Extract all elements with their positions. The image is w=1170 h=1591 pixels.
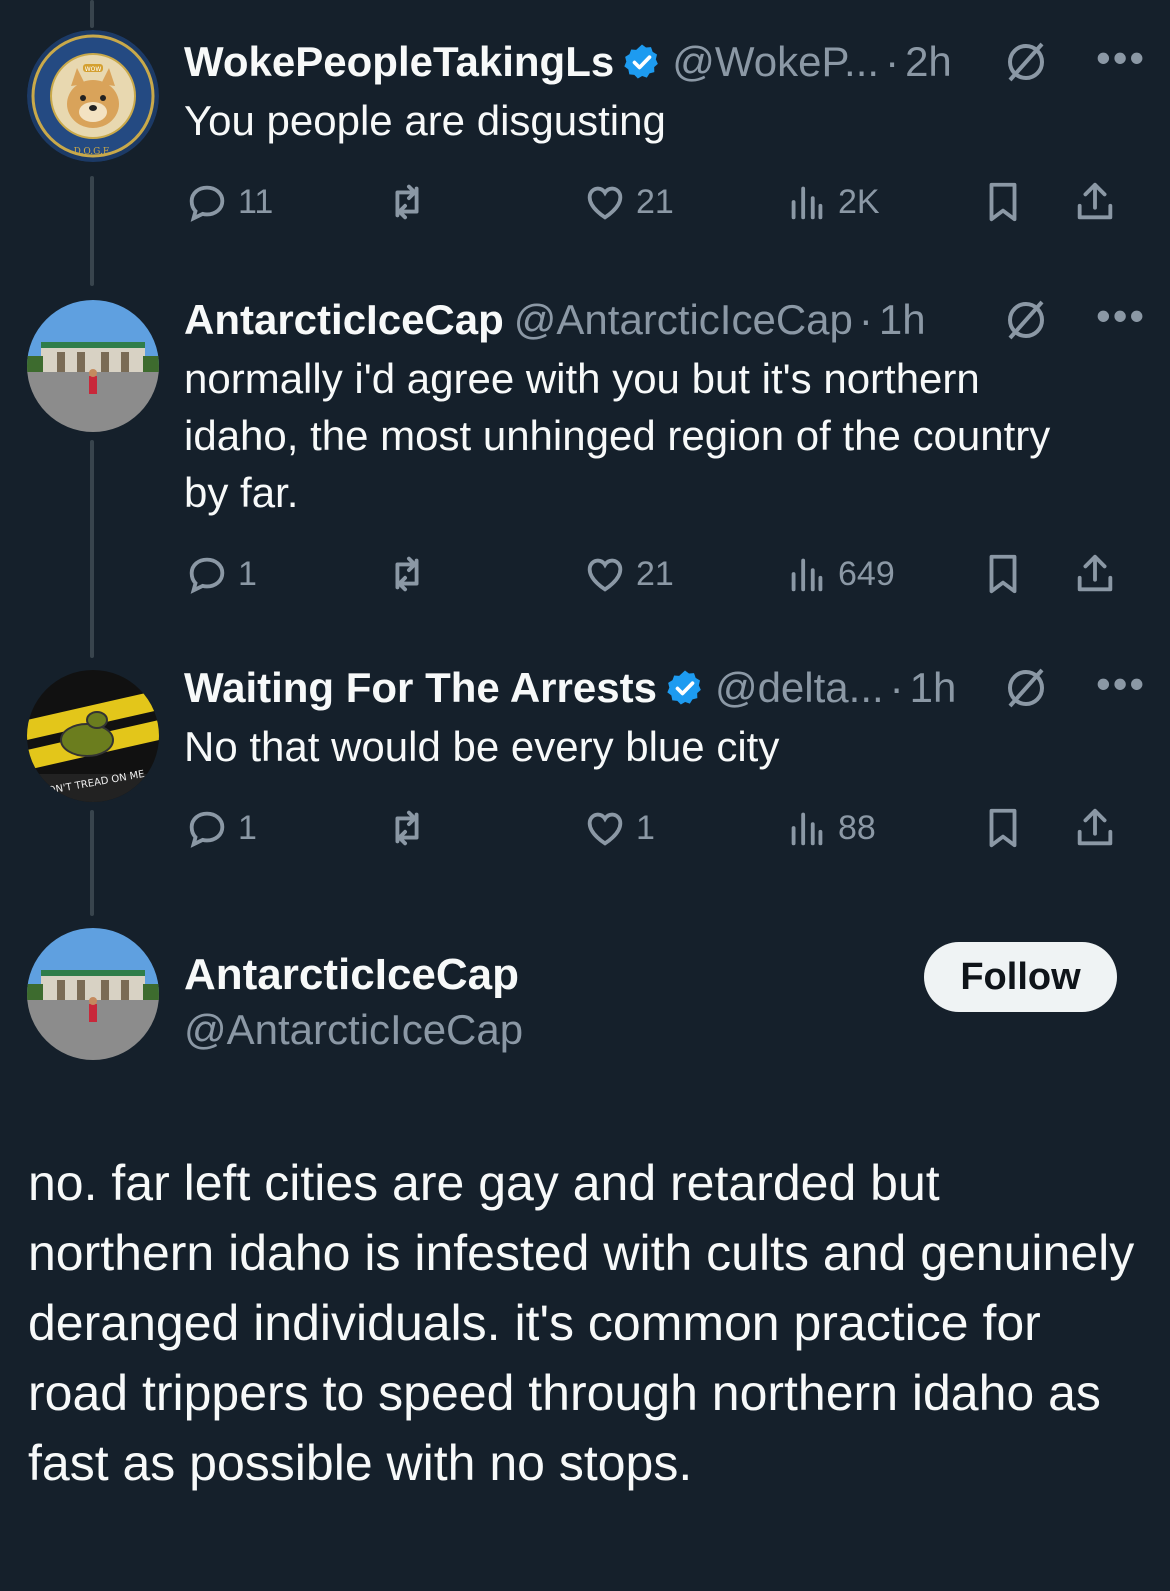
timestamp[interactable]: 1h <box>910 664 957 712</box>
like-button[interactable]: 21 <box>582 551 674 597</box>
reply-icon <box>189 557 225 594</box>
more-options-icon[interactable]: ••• <box>1096 660 1146 708</box>
timestamp[interactable]: 1h <box>879 296 926 344</box>
tweet[interactable]: Waiting For The Arrests @delta... · 1h •… <box>184 660 1170 865</box>
separator-dot: · <box>885 38 900 85</box>
views-icon <box>791 186 823 220</box>
tweet-actions: 1 21 649 <box>184 551 1170 611</box>
user-handle[interactable]: @WokeP... <box>672 38 879 86</box>
user-handle[interactable]: @AntarcticIceCap <box>514 296 853 344</box>
share-icon <box>1077 554 1113 592</box>
reply-count: 1 <box>238 808 257 847</box>
like-count: 1 <box>636 808 655 847</box>
verified-badge-icon <box>667 670 701 705</box>
timestamp[interactable]: 2h <box>905 38 952 86</box>
verified-badge-icon <box>624 44 659 79</box>
repost-button[interactable] <box>384 179 438 225</box>
bookmark-icon <box>989 554 1017 594</box>
more-options-icon[interactable]: ••• <box>1096 34 1146 82</box>
main-tweet-text: no. far left cities are gay and retarded… <box>28 1155 1135 1491</box>
thread-line <box>90 810 94 916</box>
reply-icon <box>189 185 225 222</box>
share-button[interactable] <box>1072 551 1118 597</box>
grok-icon[interactable] <box>1002 296 1050 344</box>
separator-dot: · <box>889 664 904 711</box>
view-count: 88 <box>838 808 876 847</box>
share-icon <box>1077 182 1113 220</box>
reply-icon <box>189 811 225 848</box>
repost-icon <box>395 556 419 592</box>
tweet-text: No that would be every blue city <box>184 723 780 770</box>
thread-line <box>90 0 94 28</box>
like-button[interactable]: 21 <box>582 179 674 225</box>
more-options-icon[interactable]: ••• <box>1096 292 1146 340</box>
doge-seal-avatar: WOW D.O.G.E. <box>27 30 159 162</box>
reply-count: 1 <box>238 554 257 593</box>
svg-text:WOW: WOW <box>85 66 102 73</box>
repost-button[interactable] <box>384 551 438 597</box>
stadium-photo-avatar <box>27 928 159 1060</box>
repost-icon <box>395 810 419 846</box>
stadium-photo-avatar <box>27 300 159 432</box>
grok-icon[interactable] <box>1002 664 1050 712</box>
reply-button[interactable]: 11 <box>184 179 273 225</box>
avatar-woke-people[interactable]: WOW D.O.G.E. <box>27 30 159 162</box>
reply-button[interactable]: 1 <box>184 551 257 597</box>
like-icon <box>587 812 623 846</box>
grok-icon[interactable] <box>1002 38 1050 86</box>
repost-button[interactable] <box>384 805 438 851</box>
bookmark-icon <box>989 808 1017 848</box>
display-name[interactable]: AntarcticIceCap <box>184 296 504 344</box>
views-button[interactable]: 2K <box>784 179 880 225</box>
repost-icon <box>395 184 419 220</box>
gadsden-flag-avatar: DON'T TREAD ON ME <box>27 670 159 802</box>
separator-dot: · <box>858 296 873 343</box>
share-icon <box>1077 808 1113 846</box>
like-icon <box>587 186 623 220</box>
reply-count: 11 <box>238 182 274 221</box>
tweet-text: normally i'd agree with you but it's nor… <box>184 355 1051 516</box>
avatar-waiting-for-arrests[interactable]: DON'T TREAD ON ME <box>27 670 159 802</box>
tweet[interactable]: WokePeopleTakingLs @WokeP... · 2h ••• Yo… <box>184 34 1170 239</box>
views-button[interactable]: 88 <box>784 805 876 851</box>
tweet[interactable]: AntarcticIceCap @AntarcticIceCap · 1h ••… <box>184 292 1170 611</box>
bookmark-button[interactable] <box>980 551 1026 597</box>
views-icon <box>791 812 823 846</box>
avatar-antarctic-ice-cap[interactable] <box>27 300 159 432</box>
display-name[interactable]: WokePeopleTakingLs <box>184 38 614 86</box>
tweet-text: You people are disgusting <box>184 97 666 144</box>
main-display-name[interactable]: AntarcticIceCap <box>184 950 519 1000</box>
follow-button[interactable]: Follow <box>924 942 1117 1012</box>
reply-button[interactable]: 1 <box>184 805 257 851</box>
bookmark-button[interactable] <box>980 179 1026 225</box>
view-count: 2K <box>838 182 880 221</box>
user-handle[interactable]: @delta... <box>715 664 884 712</box>
svg-text:D.O.G.E.: D.O.G.E. <box>74 147 113 157</box>
main-user-handle[interactable]: @AntarcticIceCap <box>184 1006 523 1054</box>
view-count: 649 <box>838 554 895 593</box>
thread-line <box>90 440 94 658</box>
share-button[interactable] <box>1072 805 1118 851</box>
tweet-actions: 11 21 2K <box>184 179 1170 239</box>
like-count: 21 <box>636 182 674 221</box>
bookmark-button[interactable] <box>980 805 1026 851</box>
display-name[interactable]: Waiting For The Arrests <box>184 664 657 712</box>
share-button[interactable] <box>1072 179 1118 225</box>
views-icon <box>791 558 823 592</box>
like-count: 21 <box>636 554 674 593</box>
tweet-actions: 1 1 88 <box>184 805 1170 865</box>
thread-line <box>90 176 94 286</box>
views-button[interactable]: 649 <box>784 551 895 597</box>
like-icon <box>587 558 623 592</box>
avatar-main-author[interactable] <box>27 928 159 1060</box>
like-button[interactable]: 1 <box>582 805 655 851</box>
bookmark-icon <box>989 182 1017 222</box>
